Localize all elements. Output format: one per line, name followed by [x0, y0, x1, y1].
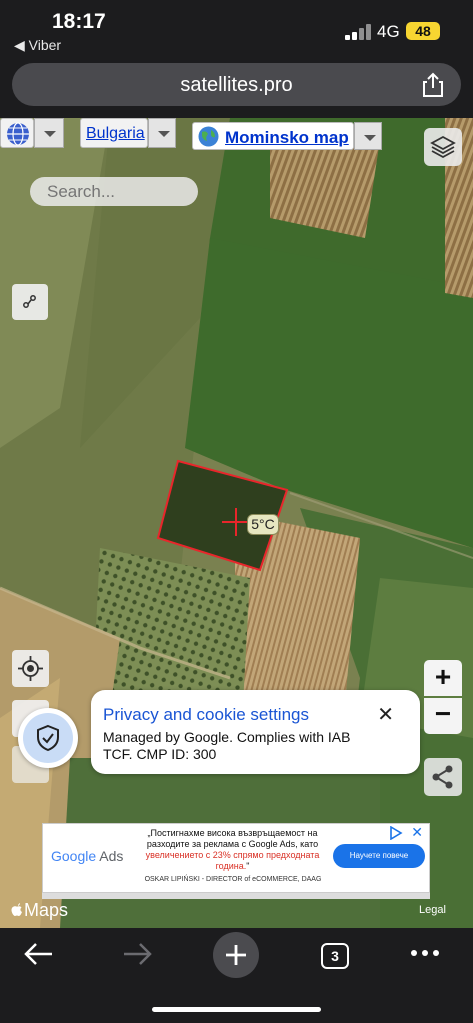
my-location-button[interactable] — [12, 650, 49, 687]
ad-banner[interactable]: Google Ads „Постигнахме висока възвръщае… — [42, 823, 430, 893]
privacy-body: Managed by Google. Complies with IAB TCF… — [103, 729, 351, 762]
browser-toolbar: 3 — [0, 928, 473, 1023]
google-ads-logo: Google Ads — [51, 848, 124, 864]
learn-more-button[interactable]: Научете повече — [333, 844, 425, 868]
home-indicator — [152, 1007, 321, 1012]
share-nodes-icon — [432, 765, 453, 789]
route-button[interactable] — [12, 284, 48, 320]
url-text[interactable]: satellites.pro — [12, 74, 461, 97]
temperature-label: 5°C — [247, 514, 279, 535]
country-selector[interactable]: Bulgaria — [80, 118, 148, 148]
browser-address-area: satellites.pro — [0, 58, 473, 118]
signal-icon — [345, 24, 371, 40]
back-to-app-link[interactable]: ◀ Viber — [14, 37, 61, 54]
layers-button[interactable] — [424, 128, 462, 166]
zoom-out-button[interactable]: − — [424, 698, 462, 734]
new-tab-button[interactable] — [213, 932, 259, 978]
ad-attribution: OSKAR LIPIŃSKI - DIRECTOR of eCOMMERCE, … — [144, 876, 322, 883]
shield-check-icon — [37, 724, 59, 752]
place-link[interactable]: Mominsko map — [225, 128, 349, 148]
apple-maps-attribution: Maps — [11, 900, 68, 921]
layers-icon — [430, 135, 456, 159]
back-arrow-icon[interactable] — [22, 941, 56, 967]
satellite-imagery — [0, 118, 473, 928]
plus-icon — [226, 945, 246, 965]
satellite-map[interactable]: Bulgaria Mominsko map Search... 5°C + − … — [0, 118, 473, 928]
place-dropdown[interactable] — [354, 122, 382, 150]
adchoices-icon[interactable] — [389, 826, 403, 840]
network-type: 4G — [377, 22, 400, 41]
map-type-dropdown[interactable] — [34, 118, 64, 148]
privacy-title[interactable]: Privacy and cookie settings — [103, 705, 309, 725]
status-bar: 18:17 ◀ Viber 4G 48 — [0, 0, 473, 58]
privacy-shield-bg — [23, 713, 73, 763]
privacy-settings-button[interactable] — [18, 708, 78, 768]
address-bar[interactable]: satellites.pro — [12, 63, 461, 106]
clock: 18:17 — [52, 10, 106, 33]
forward-arrow-icon[interactable] — [120, 941, 154, 967]
more-icon[interactable] — [410, 948, 440, 958]
search-input[interactable] — [30, 177, 198, 206]
ad-text: „Постигнахме висока възвръщаемост на раз… — [145, 828, 320, 871]
zoom-in-button[interactable]: + — [424, 660, 462, 696]
crosshair-icon — [18, 656, 43, 681]
apple-logo-icon — [11, 903, 22, 916]
privacy-popup[interactable]: Privacy and cookie settings Managed by G… — [91, 690, 420, 774]
ad-close-icon[interactable]: ✕ — [411, 824, 423, 841]
map-type-button[interactable] — [0, 118, 34, 148]
legal-link[interactable]: Legal — [419, 904, 446, 916]
battery-icon: 48 — [406, 22, 440, 40]
ad-divider — [42, 893, 430, 899]
share-map-button[interactable] — [424, 758, 462, 796]
country-link[interactable]: Bulgaria — [86, 125, 145, 143]
country-dropdown[interactable] — [148, 118, 176, 148]
globe-icon — [7, 122, 29, 146]
earth-icon — [198, 126, 219, 147]
place-selector[interactable]: Mominsko map — [192, 122, 354, 150]
close-icon[interactable]: ✕ — [377, 702, 394, 727]
tab-count-button[interactable]: 3 — [321, 943, 349, 969]
share-icon[interactable] — [421, 72, 445, 98]
route-icon — [23, 295, 36, 308]
